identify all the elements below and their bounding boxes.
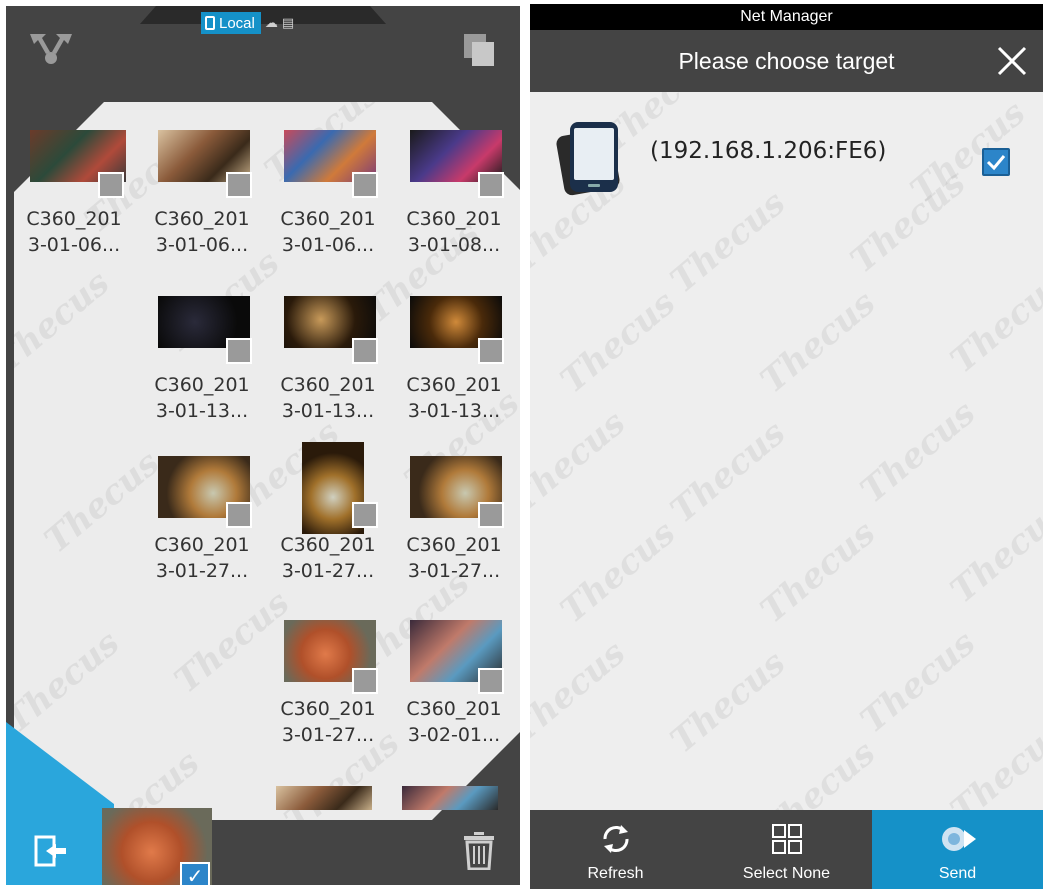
watermark: Thecus [943, 712, 1043, 810]
photo-label: C360_201 3-02-01... [406, 698, 502, 746]
photo-thumbnail[interactable] [276, 786, 372, 810]
select-none-icon [771, 824, 802, 854]
exit-icon[interactable] [34, 834, 68, 868]
send-label: Send [938, 865, 977, 882]
photo-label: C360_201 3-01-06... [154, 208, 250, 256]
photo-checkbox[interactable] [352, 668, 378, 694]
photo-label: C360_201 3-01-08... [406, 208, 502, 256]
watermark: Thecus [753, 282, 884, 402]
device-address: (192.168.1.206:FE6) [650, 138, 887, 164]
photo-checkbox[interactable] [98, 172, 124, 198]
photo-checkbox[interactable] [478, 502, 504, 528]
source-tabs: Local ☁ ▤ [201, 12, 294, 34]
close-icon[interactable] [995, 44, 1029, 78]
photo-label: C360_201 3-01-27... [406, 534, 502, 582]
device-checkbox[interactable] [982, 148, 1010, 176]
photo-checkbox[interactable] [352, 338, 378, 364]
tab-local[interactable]: Local [201, 12, 261, 34]
copy-icon[interactable] [464, 34, 494, 66]
action-bar: Refresh Select None Send [530, 810, 1043, 889]
watermark: Thecus [753, 732, 884, 810]
photo-label: C360_201 3-01-27... [154, 534, 250, 582]
watermark: Thecus [943, 492, 1043, 612]
network-icon[interactable]: ▤ [282, 16, 294, 31]
cloud-icon[interactable]: ☁ [265, 16, 278, 31]
device-row[interactable]: (192.168.1.206:FE6) [530, 110, 1043, 200]
photo-checkbox[interactable] [478, 338, 504, 364]
refresh-label: Refresh [587, 865, 644, 882]
watermark: Thecus [663, 182, 794, 302]
dragged-photos[interactable]: ✓ [94, 800, 244, 885]
watermark: Thecus [530, 632, 634, 752]
photo-checkbox[interactable] [352, 172, 378, 198]
checkbox-icon: ✓ [180, 862, 210, 885]
watermark: Thecus [753, 512, 884, 632]
photo-checkbox[interactable] [226, 502, 252, 528]
trash-icon[interactable] [464, 832, 494, 871]
photo-label: C360_201 3-01-13... [406, 374, 502, 422]
photo-checkbox[interactable] [226, 338, 252, 364]
dialog-title: Please choose target [678, 48, 895, 74]
select-none-button[interactable]: Select None [701, 810, 872, 889]
refresh-icon [603, 825, 628, 853]
share-icon[interactable] [28, 28, 74, 68]
photo-checkbox[interactable] [478, 668, 504, 694]
photo-checkbox[interactable] [352, 502, 378, 528]
watermark: Thecus [663, 412, 794, 532]
watermark: Thecus [553, 282, 684, 402]
photo-thumbnail[interactable] [402, 786, 498, 810]
net-manager-dialog: Net Manager Please choose target Thecus … [530, 4, 1043, 889]
refresh-button[interactable]: Refresh [530, 810, 701, 889]
watermark: Thecus [663, 642, 794, 762]
watermark: Thecus [553, 512, 684, 632]
photo-label: C360_201 3-01-06... [26, 208, 122, 256]
file-browser-panel: Local ☁ ▤ Thecus Thecus Thecus Thecus Th… [6, 6, 520, 885]
watermark: Thecus [530, 402, 634, 522]
photo-label: C360_201 3-01-27... [280, 534, 376, 582]
photo-label: C360_201 3-01-13... [154, 374, 250, 422]
app-title: Net Manager [740, 8, 833, 25]
target-list: Thecus Thecus Thecus Thecus Thecus Thecu… [530, 92, 1043, 810]
local-device-icon [205, 16, 215, 30]
send-icon [941, 827, 976, 851]
select-none-label: Select None [742, 865, 831, 882]
photo-grid: Thecus Thecus Thecus Thecus Thecus Thecu… [14, 102, 520, 820]
tab-local-label: Local [219, 14, 255, 32]
watermark: Thecus [853, 622, 984, 742]
photo-label: C360_201 3-01-06... [280, 208, 376, 256]
photo-label: C360_201 3-01-27... [280, 698, 376, 746]
watermark: Thecus [167, 582, 298, 702]
phone-device-icon [552, 116, 632, 196]
dialog-header: Please choose target [530, 30, 1043, 92]
photo-label: C360_201 3-01-13... [280, 374, 376, 422]
photo-checkbox[interactable] [226, 172, 252, 198]
watermark: Thecus [14, 262, 118, 382]
watermark: Thecus [943, 262, 1043, 382]
send-button[interactable]: Send [872, 810, 1043, 889]
watermark: Thecus [853, 392, 984, 512]
photo-checkbox[interactable] [478, 172, 504, 198]
app-title-bar: Net Manager [530, 4, 1043, 30]
